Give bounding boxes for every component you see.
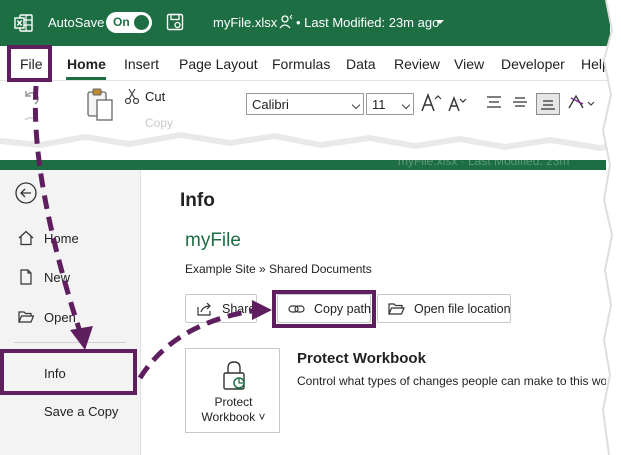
folder-icon — [388, 303, 405, 315]
align-bottom-button[interactable] — [536, 93, 560, 115]
tab-formulas[interactable]: Formulas — [272, 56, 330, 72]
torn-edge-decoration — [0, 132, 621, 160]
home-icon — [18, 230, 34, 246]
shrink-font-icon[interactable] — [447, 94, 467, 114]
title-bar: AutoSave On myFile.xlsx • Last Modified:… — [0, 0, 610, 46]
document-title: myFile — [185, 230, 241, 251]
tab-home[interactable]: Home — [67, 56, 106, 72]
protect-workbook-description: Control what types of changes people can… — [297, 374, 606, 388]
chevron-down-icon — [351, 100, 361, 110]
file-name-title[interactable]: myFile.xlsx — [213, 15, 277, 30]
new-document-icon — [20, 269, 32, 285]
chevron-down-icon — [401, 100, 411, 110]
cut-button[interactable]: Cut — [145, 89, 165, 104]
page-title: Info — [180, 190, 215, 211]
chevron-down-icon[interactable] — [436, 20, 444, 24]
font-size-select[interactable]: 11 — [366, 93, 414, 115]
tab-data[interactable]: Data — [346, 56, 376, 72]
protect-label-line2: Workbook ˅ — [201, 410, 266, 424]
toggle-knob — [134, 15, 149, 30]
highlight-file-tab — [7, 45, 52, 82]
font-name-select[interactable]: Calibri — [246, 93, 364, 115]
excel-logo-icon — [14, 14, 33, 32]
protect-workbook-heading: Protect Workbook — [297, 350, 426, 367]
autosave-toggle[interactable]: On — [106, 12, 152, 33]
autosave-state: On — [113, 15, 130, 29]
share-icon — [197, 302, 211, 316]
orientation-icon[interactable] — [566, 93, 596, 113]
tab-review[interactable]: Review — [394, 56, 440, 72]
ribbon-tabs: File Home Insert Page Layout Formulas Da… — [0, 46, 610, 80]
last-modified-text[interactable]: • Last Modified: 23m ago — [296, 15, 439, 30]
open-file-location-label: Open file location — [414, 302, 511, 316]
nav-item-label: Open — [44, 310, 76, 325]
person-icon — [279, 14, 293, 29]
nav-item-save-a-copy[interactable]: Save a Copy — [44, 404, 118, 419]
highlight-info-item — [0, 349, 137, 395]
lock-icon — [223, 361, 245, 390]
align-top-icon[interactable] — [486, 95, 502, 109]
protect-workbook-button[interactable]: Protect Workbook ˅ — [185, 348, 280, 433]
font-name-value: Calibri — [252, 97, 289, 112]
highlight-copy-path — [272, 290, 376, 328]
protect-label-line1: Protect — [214, 395, 253, 409]
align-bottom-icon — [541, 100, 555, 110]
torn-edge-right-decoration — [601, 0, 621, 455]
nav-item-label: New — [44, 270, 71, 285]
autosave-label: AutoSave — [48, 15, 105, 30]
grow-font-icon[interactable] — [420, 92, 442, 114]
open-folder-icon — [18, 311, 34, 323]
document-location-breadcrumb: Example Site » Shared Documents — [185, 262, 372, 276]
scissors-icon[interactable] — [124, 87, 140, 105]
nav-item-label: Home — [44, 231, 79, 246]
save-icon[interactable] — [166, 13, 184, 31]
tab-developer[interactable]: Developer — [501, 56, 565, 72]
tab-insert[interactable]: Insert — [124, 56, 159, 72]
tab-page-layout[interactable]: Page Layout — [179, 56, 258, 72]
tab-view[interactable]: View — [454, 56, 484, 72]
back-arrow-icon[interactable] — [14, 181, 38, 205]
share-button-label: Share — [222, 302, 256, 316]
align-middle-icon[interactable] — [512, 95, 528, 109]
protect-workbook-label: Protect Workbook ˅ — [186, 395, 281, 425]
nav-divider — [14, 342, 126, 343]
font-size-value: 11 — [372, 97, 386, 112]
share-button[interactable]: Share — [185, 294, 257, 323]
undo-icon[interactable] — [20, 87, 42, 109]
open-file-location-button[interactable]: Open file location — [377, 294, 511, 323]
